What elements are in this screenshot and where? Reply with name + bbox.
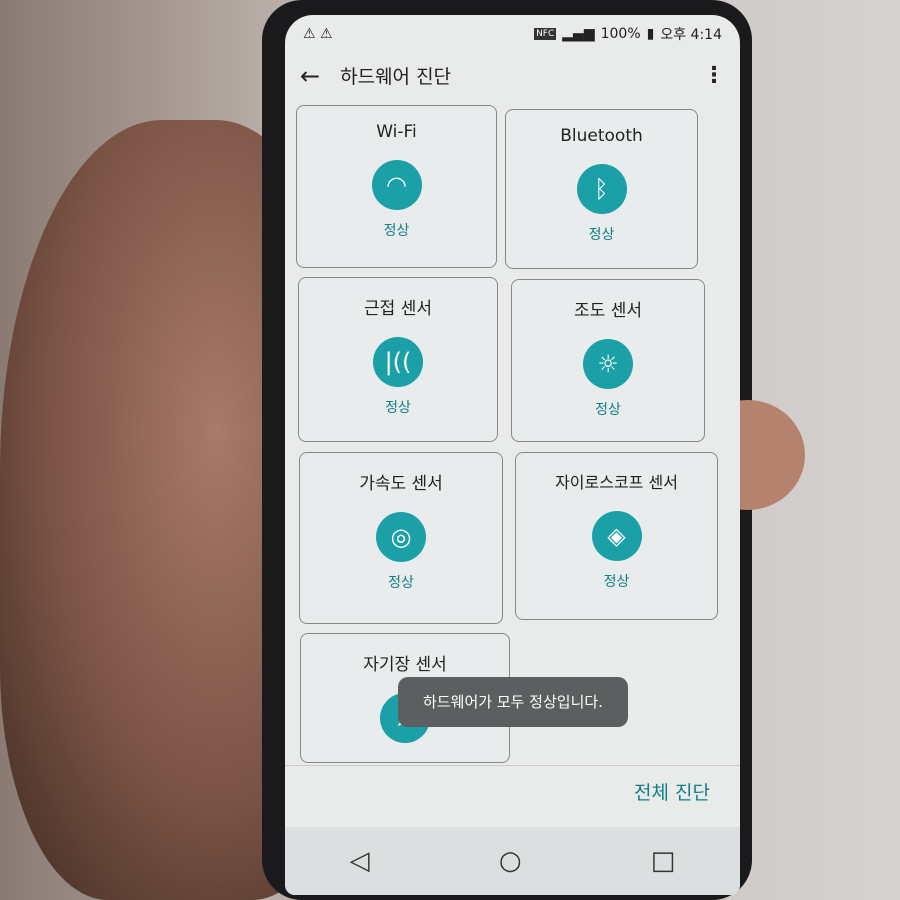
card-light[interactable]: 조도 센서 ☼ 정상: [511, 279, 705, 442]
back-nav-icon[interactable]: ◁: [350, 846, 370, 876]
card-proximity[interactable]: 근접 센서 |(( 정상: [298, 277, 498, 442]
card-accelerometer[interactable]: 가속도 센서 ◎ 정상: [299, 452, 503, 624]
card-title: Bluetooth: [560, 126, 643, 146]
light-bulb-icon: ☼: [583, 339, 633, 389]
signal-icon: ▂▄▆: [562, 26, 595, 42]
back-arrow-icon[interactable]: ←: [300, 62, 320, 90]
status-bar: ⚠ ⚠ NFC ▂▄▆ 100% ▮ 오후 4:14: [285, 15, 740, 53]
screen: ⚠ ⚠ NFC ▂▄▆ 100% ▮ 오후 4:14 ← 하드웨어 진단 ⋮ W…: [285, 15, 740, 895]
card-title: 가속도 센서: [359, 474, 443, 494]
more-options-icon[interactable]: ⋮: [703, 63, 725, 88]
card-title: 조도 센서: [574, 301, 642, 321]
battery-text: 100%: [600, 26, 641, 42]
card-status: 정상: [385, 400, 411, 416]
nfc-icon: NFC: [534, 28, 557, 40]
card-status: 정상: [383, 223, 410, 239]
proximity-icon: |((: [373, 337, 423, 387]
clock: 오후 4:14: [660, 27, 722, 43]
card-bluetooth[interactable]: Bluetooth ᛒ 정상: [505, 109, 698, 269]
app-bar: ← 하드웨어 진단 ⋮: [285, 53, 740, 98]
home-icon[interactable]: ○: [499, 846, 522, 876]
card-status: 정상: [388, 575, 414, 591]
wifi-icon: ◠: [371, 160, 422, 210]
warning-icon: ⚠ ⚠: [303, 26, 333, 42]
card-title: Wi-Fi: [376, 122, 417, 142]
card-title: 근접 센서: [364, 299, 432, 319]
card-title: 자이로스코프 센서: [555, 473, 678, 492]
recents-icon[interactable]: □: [651, 846, 676, 876]
card-gyroscope[interactable]: 자이로스코프 센서 ◈ 정상: [515, 452, 718, 620]
run-all-button[interactable]: 전체 진단: [634, 778, 710, 805]
page-title: 하드웨어 진단: [340, 66, 452, 88]
bluetooth-icon: ᛒ: [576, 164, 627, 214]
battery-icon: ▮: [646, 26, 655, 42]
card-wifi[interactable]: Wi-Fi ◠ 정상: [296, 105, 497, 268]
card-status: 정상: [595, 402, 621, 418]
card-title: 자기장 센서: [363, 655, 447, 675]
card-status: 정상: [588, 227, 615, 243]
accelerometer-icon: ◎: [376, 512, 426, 562]
footer-bar: 전체 진단: [285, 765, 740, 825]
card-status: 정상: [603, 574, 630, 590]
gyroscope-icon: ◈: [591, 511, 642, 561]
toast-message: 하드웨어가 모두 정상입니다.: [398, 677, 628, 727]
navigation-bar: ◁ ○ □: [285, 827, 740, 895]
